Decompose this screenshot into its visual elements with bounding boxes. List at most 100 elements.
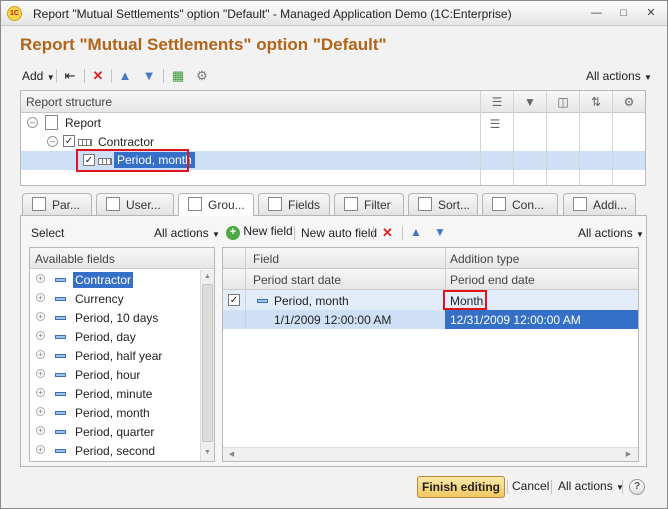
list-item[interactable]: + Period, 10 days <box>30 308 200 327</box>
tab-user-settings[interactable]: User... <box>96 193 174 215</box>
column-sort[interactable]: ⇅ <box>579 91 612 185</box>
period-end-value: 12/31/2009 12:00:00 AM <box>450 313 581 327</box>
field-icon <box>55 430 66 434</box>
window-controls: — □ ✕ <box>582 5 661 21</box>
delete-icon[interactable]: ✕ <box>90 68 106 84</box>
expand-icon[interactable]: + <box>36 369 45 378</box>
scroll-down-icon[interactable]: ▼ <box>203 448 212 457</box>
column-settings[interactable]: ⚙ <box>612 91 645 185</box>
tab-label: User... <box>126 198 161 212</box>
move-down-icon[interactable]: ▼ <box>141 68 157 84</box>
period-end-cell[interactable]: 12/31/2009 12:00:00 AM <box>445 310 638 329</box>
grid-all-actions-button[interactable]: All actions ▼ <box>578 226 644 240</box>
footer-divider <box>507 480 508 494</box>
new-auto-field-button[interactable]: New auto field <box>301 226 377 240</box>
delete-icon[interactable]: ✕ <box>382 225 393 241</box>
field-icon <box>55 392 66 396</box>
list-item[interactable]: + Currency <box>30 289 200 308</box>
app-window: 1C Report "Mutual Settlements" option "D… <box>0 0 668 509</box>
column-fields[interactable]: ◫ <box>546 91 579 185</box>
tab-sort[interactable]: Sort... <box>408 193 478 215</box>
tab-parameters[interactable]: Par... <box>22 193 92 215</box>
tab-conditional-formatting[interactable]: Con... <box>482 193 558 215</box>
grouping-icon <box>78 139 92 146</box>
help-button[interactable]: ? <box>629 479 645 495</box>
toolbar-divider <box>84 69 85 83</box>
available-all-actions-button[interactable]: All actions ▼ <box>154 226 220 240</box>
tab-fields[interactable]: Fields <box>258 193 330 215</box>
table-row[interactable]: ✓ Period, month Month <box>223 290 638 310</box>
footer-all-actions-button[interactable]: All actions ▼ <box>558 476 624 498</box>
list-item[interactable]: + Period, quarter <box>30 422 200 441</box>
minimize-button[interactable]: — <box>586 5 606 21</box>
scroll-up-icon[interactable]: ▲ <box>203 272 212 281</box>
scroll-right-icon[interactable]: ▶ <box>624 450 633 459</box>
move-up-icon[interactable]: ▲ <box>410 225 422 239</box>
move-down-icon[interactable]: ▼ <box>434 225 446 239</box>
toolbar-divider <box>373 226 374 240</box>
expand-icon[interactable]: + <box>36 274 45 283</box>
add-group-icon[interactable]: ▦ <box>170 68 186 84</box>
select-label: Select <box>31 226 65 240</box>
move-up-icon[interactable]: ▲ <box>117 68 133 84</box>
expand-icon[interactable]: + <box>36 350 45 359</box>
chevron-down-icon: ▼ <box>644 73 652 82</box>
finish-editing-button[interactable]: Finish editing <box>417 476 505 498</box>
all-actions-label: All actions <box>586 69 641 83</box>
grouping-row-checkbox[interactable]: ✓ <box>228 294 240 306</box>
tab-groupings[interactable]: Grou... <box>178 193 254 216</box>
add-structure-icon[interactable]: ⇤ <box>62 68 78 84</box>
list-item[interactable]: + Period, minute <box>30 384 200 403</box>
field-icon <box>55 354 66 358</box>
available-fields-scrollbar[interactable]: ▲ ▼ <box>200 270 214 461</box>
scroll-left-icon[interactable]: ◀ <box>227 450 236 459</box>
footer-divider <box>622 480 623 494</box>
column-divider <box>245 248 246 290</box>
expand-icon[interactable]: + <box>36 388 45 397</box>
period-end-column-header[interactable]: Period end date <box>450 273 535 287</box>
period-start-column-header[interactable]: Period start date <box>253 273 341 287</box>
list-item[interactable]: + Period, day <box>30 327 200 346</box>
field-label: Period, quarter <box>75 425 155 439</box>
list-item[interactable]: + Period, hour <box>30 365 200 384</box>
cancel-button[interactable]: Cancel <box>512 476 549 498</box>
sort-icon <box>418 197 432 211</box>
addition-type-column-header[interactable]: Addition type <box>450 252 519 266</box>
toolbar-all-actions-button[interactable]: All actions ▼ <box>586 67 652 85</box>
tab-filter[interactable]: Filter <box>334 193 404 215</box>
column-grouping[interactable]: ☰ <box>480 91 513 185</box>
contractor-checkbox[interactable]: ✓ <box>63 135 75 147</box>
expand-icon[interactable]: + <box>36 445 45 454</box>
list-item[interactable]: + Period, half year <box>30 346 200 365</box>
list-item[interactable]: + Contractor <box>30 270 200 289</box>
scrollbar-thumb[interactable] <box>202 284 213 442</box>
field-icon <box>55 373 66 377</box>
expand-icon[interactable]: + <box>36 331 45 340</box>
collapse-icon[interactable]: – <box>47 136 58 147</box>
list-item[interactable]: + Period, second <box>30 441 200 460</box>
expand-icon[interactable]: + <box>36 312 45 321</box>
maximize-button[interactable]: □ <box>614 5 634 21</box>
expand-icon[interactable]: + <box>36 426 45 435</box>
field-icon <box>55 278 66 282</box>
settings-tabs: Par... User... Grou... Fields Filter Sor… <box>20 193 648 216</box>
add-button[interactable]: Add ▼ <box>22 67 55 85</box>
column-filter[interactable]: ▼ <box>513 91 546 185</box>
close-button[interactable]: ✕ <box>641 5 661 21</box>
tab-label: Fields <box>288 198 321 212</box>
user-icon <box>106 197 120 211</box>
grid-horizontal-scrollbar[interactable]: ◀ ▶ <box>223 447 638 461</box>
tab-label: Sort... <box>438 198 471 212</box>
tree-item-report[interactable]: – Report <box>21 113 480 132</box>
period-start-value[interactable]: 1/1/2009 12:00:00 AM <box>274 313 391 327</box>
tab-additional[interactable]: Addi... <box>563 193 636 215</box>
expand-icon[interactable]: + <box>36 293 45 302</box>
toolbar-divider <box>402 226 403 240</box>
expand-icon[interactable]: + <box>36 407 45 416</box>
field-column-header[interactable]: Field <box>253 252 279 266</box>
new-field-button[interactable]: + New field <box>226 224 293 240</box>
report-document-icon <box>45 115 58 130</box>
collapse-icon[interactable]: – <box>27 117 38 128</box>
settings-group-icon[interactable]: ⚙ <box>194 68 210 84</box>
list-item[interactable]: + Period, month <box>30 403 200 422</box>
